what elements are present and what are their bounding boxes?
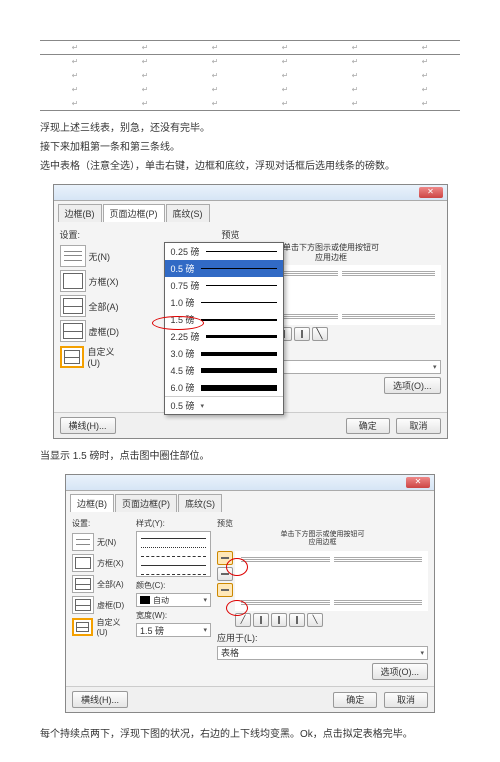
hline-button[interactable]: 横线(H)... — [60, 417, 116, 434]
setting-custom-icon[interactable] — [60, 346, 85, 368]
three-line-sample-table: ↵↵↵↵↵↵ ↵↵↵↵↵↵ ↵↵↵↵↵↵ ↵↵↵↵↵↵ ↵↵↵↵↵↵ — [40, 40, 460, 111]
border-vmid-button[interactable] — [271, 613, 287, 627]
setting-none-icon[interactable] — [72, 533, 94, 551]
close-icon[interactable]: ✕ — [406, 477, 430, 488]
setting-all-icon[interactable] — [72, 575, 94, 593]
preview-diagram[interactable] — [235, 551, 428, 611]
dialog-titlebar[interactable]: ✕ — [54, 185, 447, 201]
annotation-circle — [152, 316, 204, 330]
tab-border[interactable]: 边框(B) — [58, 204, 102, 222]
border-diag2-button[interactable]: ╲ — [307, 613, 323, 627]
options-button[interactable]: 选项(O)... — [372, 663, 429, 680]
annotation-circle-top — [226, 558, 248, 576]
paragraph-1: 浮现上述三线表，别急，还没有完毕。 — [40, 121, 460, 136]
cancel-button[interactable]: 取消 — [384, 692, 428, 708]
annotation-circle-bottom — [226, 600, 248, 616]
tab-border[interactable]: 边框(B) — [70, 494, 114, 512]
tab-shading[interactable]: 底纹(S) — [166, 204, 210, 222]
tab-shading[interactable]: 底纹(S) — [178, 494, 222, 512]
border-bottom-button[interactable] — [217, 583, 233, 597]
ok-button[interactable]: 确定 — [346, 418, 390, 434]
tab-page-border[interactable]: 页面边框(P) — [115, 494, 177, 512]
paragraph-4: 当显示 1.5 磅时，点击图中圈住部位。 — [40, 449, 460, 464]
tab-page-border[interactable]: 页面边框(P) — [103, 204, 165, 222]
close-icon[interactable]: ✕ — [419, 187, 443, 198]
paragraph-2: 接下来加粗第一条和第三条线。 — [40, 140, 460, 155]
setting-none-icon[interactable] — [60, 245, 86, 267]
setting-grid-icon[interactable] — [72, 596, 94, 614]
dialog-titlebar[interactable]: ✕ — [66, 475, 434, 491]
setting-custom-icon[interactable] — [72, 618, 93, 636]
borders-dialog-2: ✕ 边框(B) 页面边框(P) 底纹(S) 设置: 无(N) 方框(X) 全部(… — [65, 474, 435, 713]
settings-label: 设置: — [60, 228, 125, 241]
border-right-button[interactable] — [289, 613, 305, 627]
border-right-button[interactable] — [294, 327, 310, 341]
preview-label: 预览 — [222, 228, 441, 241]
options-button[interactable]: 选项(O)... — [384, 377, 441, 394]
paragraph-5: 每个持续点两下，浮现下图的状况，右边的上下线均变黑。Ok，点击拟定表格完毕。 — [40, 727, 460, 742]
hline-button[interactable]: 横线(H)... — [72, 691, 128, 708]
border-diag2-button[interactable]: ╲ — [312, 327, 328, 341]
setting-box-icon[interactable] — [72, 554, 94, 572]
borders-dialog-1: ✕ 边框(B) 页面边框(P) 底纹(S) 设置: 无(N) 方框(X) 全部(… — [53, 184, 448, 439]
paragraph-3: 选中表格（注意全选），单击右键，边框和底纹，浮现对话框后选用线条的磅数。 — [40, 159, 460, 174]
setting-box-icon[interactable] — [60, 270, 86, 292]
style-listbox[interactable] — [136, 531, 211, 577]
cancel-button[interactable]: 取消 — [396, 418, 440, 434]
ok-button[interactable]: 确定 — [333, 692, 377, 708]
color-combo[interactable]: 自动▾ — [136, 593, 211, 607]
setting-all-icon[interactable] — [60, 295, 86, 317]
border-left-button[interactable] — [253, 613, 269, 627]
width-combo[interactable]: 1.5 磅▾ — [136, 623, 211, 637]
apply-to-combo[interactable]: 表格▾ — [217, 646, 428, 660]
setting-grid-icon[interactable] — [60, 320, 86, 342]
